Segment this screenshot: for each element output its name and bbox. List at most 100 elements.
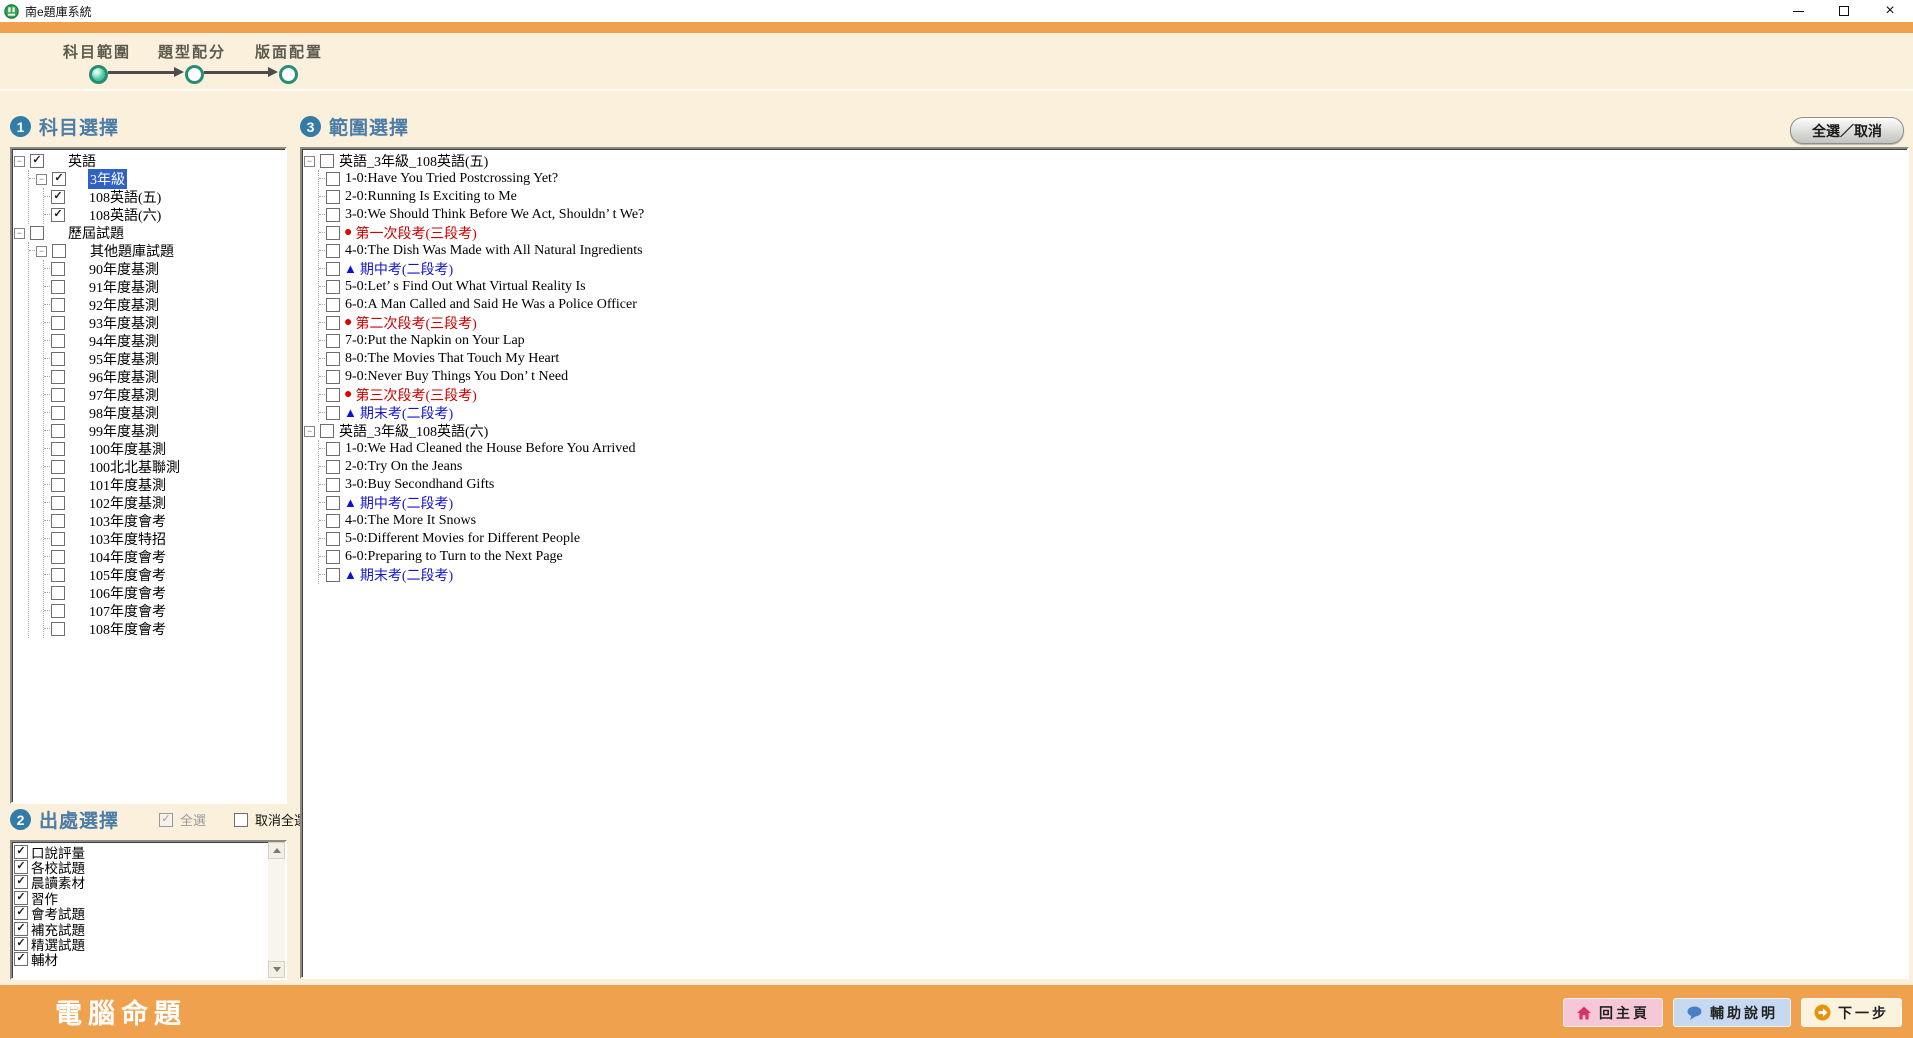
expander-minus-icon[interactable]: − bbox=[14, 228, 25, 239]
checkbox[interactable]: ✓ bbox=[14, 922, 28, 936]
checkbox[interactable] bbox=[51, 496, 65, 510]
tree-row[interactable]: −✓英語 bbox=[14, 152, 285, 170]
tree-item-label[interactable]: 期中考(二段考) bbox=[358, 259, 455, 279]
tree-row[interactable]: 99年度基測 bbox=[44, 422, 285, 440]
tree-row[interactable]: 3-0:Buy Secondhand Gifts bbox=[319, 476, 1907, 494]
tree-item-label[interactable]: 6-0:A Man Called and Said He Was a Polic… bbox=[343, 297, 639, 313]
checkbox[interactable] bbox=[51, 532, 65, 546]
tree-item-label[interactable]: 97年度基測 bbox=[87, 385, 161, 405]
tree-item-label[interactable]: 108年度會考 bbox=[87, 619, 168, 639]
tree-row[interactable]: 6-0:Preparing to Turn to the Next Page bbox=[319, 548, 1907, 566]
tree-row[interactable]: 102年度基測 bbox=[44, 494, 285, 512]
tree-item-label[interactable]: 99年度基測 bbox=[87, 421, 161, 441]
checkbox[interactable] bbox=[326, 280, 340, 294]
checkbox[interactable] bbox=[326, 334, 340, 348]
checkbox[interactable] bbox=[51, 298, 65, 312]
checkbox[interactable] bbox=[51, 280, 65, 294]
tree-row[interactable]: − 英語_3年級_108英語(六) bbox=[304, 422, 1907, 440]
checkbox[interactable]: ✓ bbox=[30, 154, 44, 168]
tree-item-label[interactable]: 101年度基測 bbox=[87, 475, 168, 495]
tree-row[interactable]: 94年度基測 bbox=[44, 332, 285, 350]
expander-minus-icon[interactable]: − bbox=[304, 156, 315, 167]
checkbox[interactable] bbox=[51, 478, 65, 492]
tree-item-label[interactable]: 2-0:Try On the Jeans bbox=[343, 459, 464, 475]
tree-row[interactable]: 2-0:Try On the Jeans bbox=[319, 458, 1907, 476]
expander-minus-icon[interactable]: − bbox=[304, 426, 315, 437]
tree-item-label[interactable]: 91年度基測 bbox=[87, 277, 161, 297]
checkbox[interactable]: ✓ bbox=[14, 937, 28, 951]
tree-row[interactable]: 5-0:Different Movies for Different Peopl… bbox=[319, 530, 1907, 548]
checkbox[interactable]: ✓ bbox=[52, 172, 66, 186]
checkbox[interactable] bbox=[326, 460, 340, 474]
tree-item-label[interactable]: 98年度基測 bbox=[87, 403, 161, 423]
tree-item-label[interactable]: 108英語(五) bbox=[87, 187, 163, 207]
tree-item-label[interactable]: 108英語(六) bbox=[87, 205, 163, 225]
tree-row[interactable]: 96年度基測 bbox=[44, 368, 285, 386]
tree-row[interactable]: − 英語_3年級_108英語(五) bbox=[304, 152, 1907, 170]
checkbox[interactable] bbox=[326, 172, 340, 186]
tree-row[interactable]: 6-0:A Man Called and Said He Was a Polic… bbox=[319, 296, 1907, 314]
checkbox[interactable] bbox=[326, 190, 340, 204]
tree-item-label[interactable]: 1-0:Have You Tried Postcrossing Yet? bbox=[343, 171, 560, 187]
checkbox[interactable] bbox=[51, 262, 65, 276]
tree-row[interactable]: 91年度基測 bbox=[44, 278, 285, 296]
tree-item-label[interactable]: 3-0:We Should Think Before We Act, Shoul… bbox=[343, 207, 646, 223]
tree-item-label[interactable]: 其他題庫試題 bbox=[88, 241, 176, 261]
checkbox[interactable] bbox=[320, 424, 334, 438]
restore-button[interactable] bbox=[1821, 0, 1867, 22]
help-button[interactable]: 輔助說明 bbox=[1673, 998, 1791, 1027]
checkbox[interactable] bbox=[326, 388, 340, 402]
checkbox[interactable] bbox=[326, 352, 340, 366]
tree-row[interactable]: 107年度會考 bbox=[44, 602, 285, 620]
scroll-down-button[interactable] bbox=[268, 961, 285, 978]
tree-item-label[interactable]: 英語_3年級_108英語(五) bbox=[337, 151, 490, 171]
tree-item-label[interactable]: 105年度會考 bbox=[87, 565, 168, 585]
checkbox[interactable] bbox=[51, 442, 65, 456]
tree-item-label[interactable]: 1-0:We Had Cleaned the House Before You … bbox=[343, 441, 637, 457]
select-all-toggle-button[interactable]: 全選／取消 bbox=[1790, 117, 1904, 144]
checkbox[interactable] bbox=[30, 226, 44, 240]
tree-row[interactable]: 2-0:Running Is Exciting to Me bbox=[319, 188, 1907, 206]
tree-row[interactable]: 101年度基測 bbox=[44, 476, 285, 494]
checkbox[interactable] bbox=[326, 298, 340, 312]
tree-item-label[interactable]: 94年度基測 bbox=[87, 331, 161, 351]
checkbox[interactable]: ✓ bbox=[14, 952, 28, 966]
tree-row[interactable]: ▲期末考(二段考) bbox=[319, 404, 1907, 422]
tree-item-label[interactable]: 106年度會考 bbox=[87, 583, 168, 603]
tree-row[interactable]: −其他題庫試題 bbox=[29, 242, 285, 260]
tree-row[interactable]: 5-0:Let’ s Find Out What Virtual Reality… bbox=[319, 278, 1907, 296]
tree-item-label[interactable]: 第三次段考(三段考) bbox=[353, 385, 478, 405]
tree-item-label[interactable]: 92年度基測 bbox=[87, 295, 161, 315]
tree-row[interactable]: 1-0:We Had Cleaned the House Before You … bbox=[319, 440, 1907, 458]
tree-item-label[interactable]: 4-0:The More It Snows bbox=[343, 513, 478, 529]
checkbox[interactable] bbox=[51, 316, 65, 330]
checkbox[interactable] bbox=[326, 406, 340, 420]
checkbox[interactable]: ✓ bbox=[14, 845, 28, 859]
tree-item-label[interactable]: 英語_3年級_108英語(六) bbox=[337, 421, 490, 441]
tree-row[interactable]: 95年度基測 bbox=[44, 350, 285, 368]
checkbox[interactable] bbox=[320, 154, 334, 168]
tree-row[interactable]: ●第一次段考(三段考) bbox=[319, 224, 1907, 242]
tree-row[interactable]: 9-0:Never Buy Things You Don’ t Need bbox=[319, 368, 1907, 386]
checkbox[interactable] bbox=[326, 568, 340, 582]
tree-item-label[interactable]: 第二次段考(三段考) bbox=[353, 313, 478, 333]
scroll-track[interactable] bbox=[268, 859, 285, 961]
checkbox[interactable]: ✓ bbox=[14, 891, 28, 905]
tree-item-label[interactable]: 英語 bbox=[66, 151, 98, 171]
checkbox[interactable] bbox=[326, 478, 340, 492]
home-button[interactable]: 回主頁 bbox=[1563, 998, 1663, 1027]
checkbox[interactable]: ✓ bbox=[51, 190, 65, 204]
select-all-checkbox[interactable]: ✓ bbox=[159, 813, 173, 827]
tree-row[interactable]: 93年度基測 bbox=[44, 314, 285, 332]
tree-item-label[interactable]: 4-0:The Dish Was Made with All Natural I… bbox=[343, 243, 645, 259]
checkbox[interactable] bbox=[326, 208, 340, 222]
tree-row[interactable]: 103年度會考 bbox=[44, 512, 285, 530]
tree-item-label[interactable]: 5-0:Let’ s Find Out What Virtual Reality… bbox=[343, 279, 588, 295]
checkbox[interactable] bbox=[326, 370, 340, 384]
tree-row[interactable]: 103年度特招 bbox=[44, 530, 285, 548]
checkbox[interactable] bbox=[51, 604, 65, 618]
checkbox[interactable] bbox=[326, 532, 340, 546]
checkbox[interactable] bbox=[326, 244, 340, 258]
tree-row[interactable]: 98年度基測 bbox=[44, 404, 285, 422]
tree-row[interactable]: 104年度會考 bbox=[44, 548, 285, 566]
